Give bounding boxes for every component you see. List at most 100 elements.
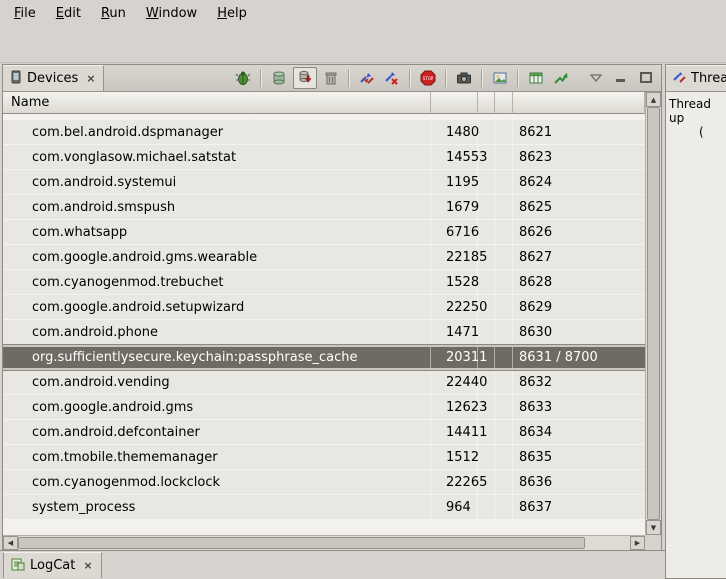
close-icon[interactable]: × (85, 72, 96, 85)
systrace-icon[interactable] (550, 68, 572, 88)
table-row[interactable]: com.cyanogenmod.lockclock222658636 (3, 470, 645, 495)
blank-cell (495, 195, 513, 219)
process-port: 8634 (513, 420, 645, 444)
menu-window[interactable]: Window (136, 3, 207, 24)
blank-cell (478, 295, 495, 319)
toolbar-separator (348, 69, 350, 87)
process-pid: 14553 (431, 145, 478, 169)
cause-gc-icon[interactable] (320, 68, 342, 88)
horizontal-scrollbar[interactable]: ◀ ▶ (3, 535, 645, 550)
stop-method-profiling-icon[interactable] (381, 68, 403, 88)
blank-cell (495, 220, 513, 244)
blank-cell (495, 347, 513, 368)
column-header-blank2[interactable] (495, 92, 513, 114)
view-menu-icon[interactable] (585, 68, 607, 88)
column-header-port[interactable] (513, 92, 645, 114)
blank-cell (478, 245, 495, 269)
device-image-icon[interactable] (489, 68, 511, 88)
table-row[interactable]: com.cyanogenmod.trebuchet15288628 (3, 270, 645, 295)
update-heap-icon[interactable] (268, 68, 290, 88)
dump-hprof-icon[interactable] (293, 67, 317, 89)
process-port: 8628 (513, 270, 645, 294)
column-header-name[interactable]: Name (3, 92, 431, 114)
menu-run[interactable]: Run (91, 3, 136, 24)
scroll-right-button[interactable]: ▶ (630, 536, 645, 550)
process-port: 8631 / 8700 (513, 347, 645, 368)
update-threads-icon[interactable] (356, 68, 378, 88)
tab-logcat[interactable]: LogCat × (3, 552, 102, 578)
table-row[interactable]: com.android.vending224408632 (3, 370, 645, 395)
capture-view-hierarchy-icon[interactable] (525, 68, 547, 88)
blank-cell (495, 370, 513, 394)
scroll-up-button[interactable]: ▲ (646, 92, 661, 107)
table-row[interactable]: com.google.android.gms.wearable221858627 (3, 245, 645, 270)
process-name: system_process (3, 495, 431, 519)
blank-cell (495, 170, 513, 194)
blank-cell (478, 145, 495, 169)
minimize-icon[interactable] (610, 68, 632, 88)
process-pid: 14411 (431, 420, 478, 444)
process-pid: 12623 (431, 395, 478, 419)
blank-cell (495, 445, 513, 469)
debug-icon[interactable] (232, 68, 254, 88)
table-row[interactable]: system_process9648637 (3, 495, 645, 520)
threads-tab-icon (673, 70, 686, 87)
horizontal-scroll-thumb[interactable] (18, 537, 585, 549)
table-row[interactable]: com.tmobile.thememanager15128635 (3, 445, 645, 470)
process-name: com.android.smspush (3, 195, 431, 219)
menu-file[interactable]: File (4, 3, 46, 24)
table-row[interactable]: com.google.android.gms126238633 (3, 395, 645, 420)
process-port: 8630 (513, 320, 645, 344)
table-row[interactable]: com.vonglasow.michael.satstat145538623 (3, 145, 645, 170)
process-pid: 1679 (431, 195, 478, 219)
scroll-down-button[interactable]: ▼ (646, 520, 661, 535)
table-row[interactable]: com.whatsapp67168626 (3, 220, 645, 245)
stop-process-icon[interactable]: STOP (417, 68, 439, 88)
table-row-selected[interactable]: org.sufficientlysecure.keychain:passphra… (3, 345, 645, 370)
menu-edit[interactable]: Edit (46, 3, 91, 24)
blank-cell (495, 470, 513, 494)
vertical-scrollbar[interactable]: ▲ ▼ (645, 92, 661, 535)
column-header-pid[interactable] (431, 92, 478, 114)
threads-message: Thread up ( (666, 92, 726, 579)
blank-cell (495, 495, 513, 519)
table-row[interactable]: com.google.android.setupwizard222508629 (3, 295, 645, 320)
process-pid: 1528 (431, 270, 478, 294)
blank-cell (478, 395, 495, 419)
column-header-blank1[interactable] (478, 92, 495, 114)
blank-cell (495, 420, 513, 444)
table-row[interactable]: com.android.defcontainer144118634 (3, 420, 645, 445)
process-port: 8623 (513, 145, 645, 169)
threads-panel: Threads × Thread up ( (665, 64, 726, 579)
devices-panel: Devices × STOP Name (2, 64, 662, 551)
table-row[interactable]: com.bel.android.dspmanager14808621 (3, 120, 645, 145)
toolbar-separator (481, 69, 483, 87)
tab-devices-label: Devices (27, 71, 78, 86)
blank-cell (478, 120, 495, 144)
table-row[interactable]: com.android.systemui11958624 (3, 170, 645, 195)
process-port: 8633 (513, 395, 645, 419)
maximize-icon[interactable] (635, 68, 657, 88)
tab-threads[interactable]: Threads × (666, 65, 726, 91)
process-pid: 20311 (431, 347, 478, 368)
table-row[interactable]: com.android.smspush16798625 (3, 195, 645, 220)
menu-help[interactable]: Help (207, 3, 257, 24)
scrollbar-corner (645, 535, 661, 550)
vertical-scroll-thumb[interactable] (647, 107, 660, 520)
blank-cell (478, 445, 495, 469)
main-toolbar (0, 26, 726, 63)
devices-toolbar: STOP (232, 65, 661, 91)
scroll-left-button[interactable]: ◀ (3, 536, 18, 550)
process-name: com.cyanogenmod.lockclock (3, 470, 431, 494)
tab-logcat-label: LogCat (30, 558, 75, 573)
screen-capture-icon[interactable] (453, 68, 475, 88)
table-row[interactable]: com.android.phone14718630 (3, 320, 645, 345)
process-port: 8635 (513, 445, 645, 469)
process-name: com.android.systemui (3, 170, 431, 194)
close-icon[interactable]: × (82, 559, 93, 572)
menu-bar: FileEditRunWindowHelp (0, 0, 726, 26)
tab-devices[interactable]: Devices × (3, 65, 104, 91)
blank-cell (478, 320, 495, 344)
process-pid: 1512 (431, 445, 478, 469)
toolbar-separator (517, 69, 519, 87)
